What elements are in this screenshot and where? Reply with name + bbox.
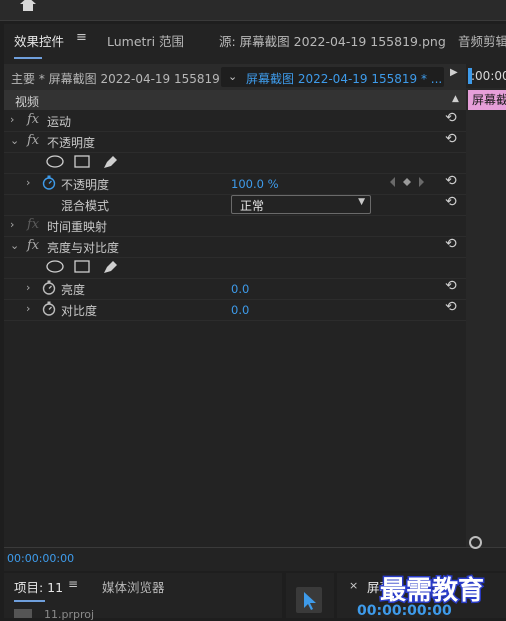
stopwatch-icon[interactable] bbox=[42, 280, 56, 295]
tab-lumetri-scopes[interactable]: Lumetri 范围 bbox=[107, 31, 184, 50]
tab-source[interactable]: 源: 屏幕截图 2022-04-19 155819.png bbox=[219, 31, 446, 50]
stopwatch-icon[interactable] bbox=[42, 175, 56, 190]
opacity-value[interactable]: 100.0 % bbox=[231, 177, 279, 191]
ellipse-mask-icon[interactable] bbox=[46, 155, 64, 168]
chevron-down-icon: ▼ bbox=[358, 197, 365, 207]
watermark-logo: 最需教育 bbox=[378, 575, 485, 608]
mask-tools-row bbox=[4, 152, 466, 174]
effect-label: 亮度与对比度 bbox=[47, 241, 120, 255]
tab-effect-controls[interactable]: 效果控件 bbox=[14, 31, 64, 59]
rectangle-mask-icon[interactable] bbox=[74, 260, 90, 273]
param-label: 对比度 bbox=[61, 304, 98, 318]
chevron-down-icon: ⌄ bbox=[228, 70, 238, 83]
tab-media-browser[interactable]: 媒体浏览器 bbox=[102, 577, 165, 596]
chevron-down-icon[interactable]: ⌄ bbox=[10, 239, 19, 252]
brightness-value[interactable]: 0.0 bbox=[231, 282, 249, 296]
param-row-blend-mode[interactable]: 混合模式 正常 ▼ ⟲ bbox=[4, 194, 466, 216]
sequence-clip-label[interactable]: 屏幕截图 2022-04-19 155819 * ... bbox=[246, 70, 442, 87]
folder-icon bbox=[14, 609, 32, 618]
project-file-name[interactable]: 11.prproj bbox=[44, 608, 94, 621]
fx-toggle-icon[interactable]: fx bbox=[27, 238, 39, 253]
pen-mask-icon[interactable] bbox=[102, 155, 118, 169]
param-label: 亮度 bbox=[61, 283, 86, 297]
sequence-clip-selector[interactable]: ⌄ 屏幕截图 2022-04-19 155819 * ... bbox=[221, 67, 444, 87]
fx-toggle-icon[interactable]: fx bbox=[27, 133, 39, 148]
contrast-value[interactable]: 0.0 bbox=[231, 303, 249, 317]
source-selector-row: 主要 * 屏幕截图 2022-04-19 155819... ⌄ 屏幕截图 20… bbox=[4, 64, 466, 90]
video-section-label: 视频 bbox=[15, 95, 40, 109]
blend-mode-value: 正常 bbox=[240, 199, 265, 213]
reset-icon[interactable]: ⟲ bbox=[445, 195, 459, 209]
current-timecode[interactable]: 00:00:00:00 bbox=[7, 552, 74, 565]
chevron-right-icon[interactable]: › bbox=[10, 113, 14, 126]
timeline-clip[interactable]: 屏幕截图 bbox=[468, 90, 506, 110]
timeline-timecode: :00:00 bbox=[471, 69, 506, 83]
top-bar bbox=[0, 0, 506, 21]
ellipse-mask-icon[interactable] bbox=[46, 260, 64, 273]
effect-row-brightness-contrast[interactable]: ⌄ fx 亮度与对比度 ⟲ bbox=[4, 236, 466, 258]
panel-menu-icon[interactable]: ≡ bbox=[76, 30, 87, 45]
selection-tool-button[interactable] bbox=[296, 587, 322, 613]
project-panel: 项目: 11 ≡ 媒体浏览器 11.prproj bbox=[4, 573, 282, 621]
reset-icon[interactable]: ⟲ bbox=[445, 279, 459, 293]
param-label: 不透明度 bbox=[61, 178, 110, 192]
param-row-contrast[interactable]: › 对比度 0.0 ⟲ bbox=[4, 299, 466, 321]
effect-label: 时间重映射 bbox=[47, 220, 108, 234]
close-icon[interactable]: × bbox=[349, 579, 358, 592]
panel-tabs: 效果控件 ≡ Lumetri 范围 源: 屏幕截图 2022-04-19 155… bbox=[4, 24, 506, 59]
chevron-right-icon[interactable]: › bbox=[26, 281, 30, 294]
param-row-brightness[interactable]: › 亮度 0.0 ⟲ bbox=[4, 278, 466, 300]
effect-row-opacity[interactable]: ⌄ fx 不透明度 ⟲ bbox=[4, 131, 466, 153]
play-icon[interactable]: ▶ bbox=[450, 67, 464, 87]
reset-icon[interactable]: ⟲ bbox=[445, 174, 459, 188]
reset-icon[interactable]: ⟲ bbox=[445, 237, 459, 251]
tab-audio-clip-mixer[interactable]: 音频剪辑 bbox=[458, 31, 506, 50]
keyframe-navigator[interactable] bbox=[390, 177, 424, 187]
effect-controls-panel: 效果控件 ≡ Lumetri 范围 源: 屏幕截图 2022-04-19 155… bbox=[4, 24, 506, 571]
reset-icon[interactable]: ⟲ bbox=[445, 111, 459, 125]
home-icon[interactable] bbox=[20, 0, 36, 11]
chevron-down-icon[interactable]: ⌄ bbox=[10, 134, 19, 147]
effect-label: 运动 bbox=[47, 115, 72, 129]
master-clip-label[interactable]: 主要 * 屏幕截图 2022-04-19 155819... bbox=[11, 70, 231, 87]
reset-icon[interactable]: ⟲ bbox=[445, 300, 459, 314]
param-label: 混合模式 bbox=[61, 199, 110, 213]
effect-label: 不透明度 bbox=[47, 136, 96, 150]
mask-tools-row bbox=[4, 257, 466, 279]
mini-timeline[interactable]: 屏幕截图 bbox=[466, 88, 506, 548]
effect-row-time-remap[interactable]: › fx 时间重映射 bbox=[4, 215, 466, 237]
selection-arrow-icon bbox=[304, 592, 316, 610]
stopwatch-icon[interactable] bbox=[42, 301, 56, 316]
blend-mode-dropdown[interactable]: 正常 ▼ bbox=[231, 195, 371, 214]
playhead-icon[interactable] bbox=[468, 68, 472, 84]
fx-toggle-icon: fx bbox=[27, 217, 40, 232]
panel-menu-icon[interactable]: ≡ bbox=[68, 577, 78, 591]
pen-mask-icon[interactable] bbox=[102, 260, 118, 274]
param-row-opacity[interactable]: › 不透明度 100.0 % ⟲ bbox=[4, 173, 466, 195]
zoom-handle-icon[interactable] bbox=[469, 536, 482, 549]
rectangle-mask-icon[interactable] bbox=[74, 155, 90, 168]
panel-divider bbox=[4, 547, 506, 548]
fx-toggle-icon[interactable]: fx bbox=[27, 112, 39, 127]
tab-project[interactable]: 项目: 11 bbox=[14, 577, 63, 602]
effect-row-motion[interactable]: › fx 运动 ⟲ bbox=[4, 110, 466, 132]
reset-icon[interactable]: ⟲ bbox=[445, 132, 459, 146]
chevron-right-icon[interactable]: › bbox=[10, 218, 14, 231]
tools-panel bbox=[286, 573, 334, 618]
chevron-right-icon[interactable]: › bbox=[26, 176, 30, 189]
video-section-header[interactable]: 视频 ▲ bbox=[4, 90, 466, 110]
collapse-up-icon[interactable]: ▲ bbox=[452, 94, 459, 104]
chevron-right-icon[interactable]: › bbox=[26, 302, 30, 315]
